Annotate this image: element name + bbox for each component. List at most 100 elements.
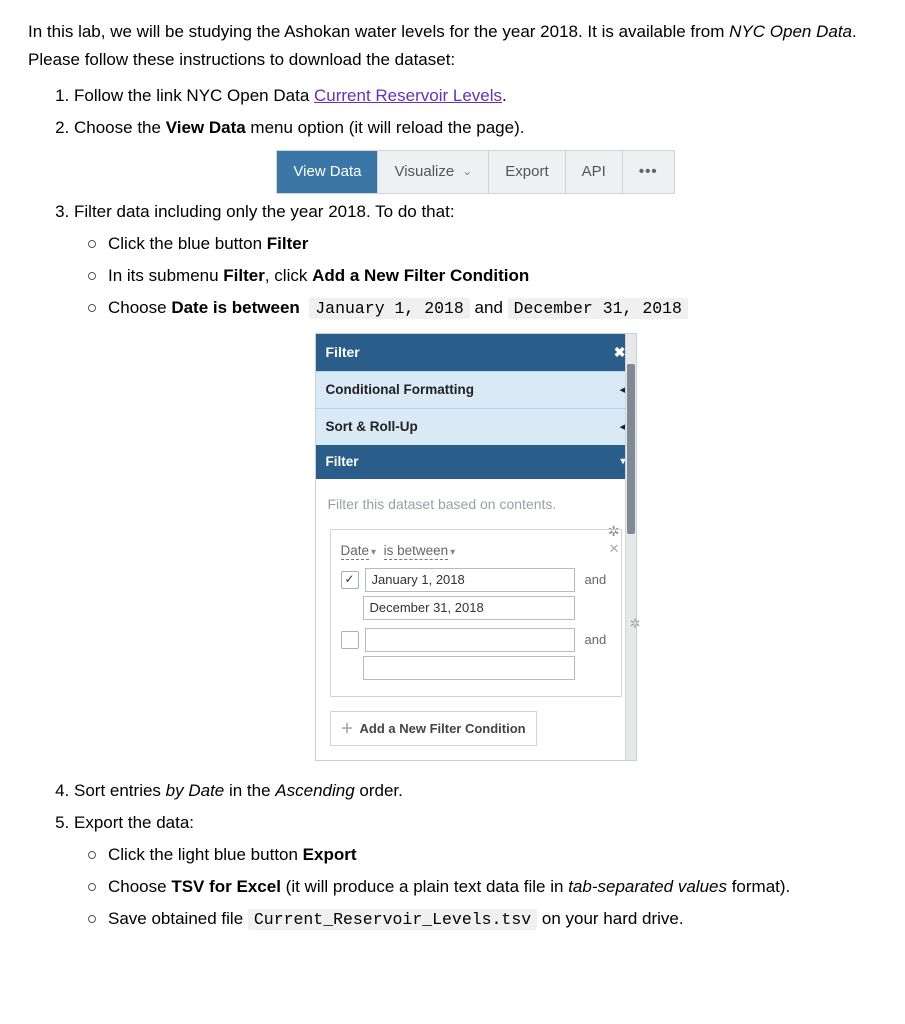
s4-em1: by Date (166, 781, 225, 800)
filter-row-1: ✓ and (341, 568, 611, 592)
and-label-2: and (585, 629, 611, 650)
date-to-input[interactable] (363, 596, 575, 620)
step-2: Choose the View Data menu option (it wil… (74, 114, 877, 194)
s4-pre: Sort entries (74, 781, 166, 800)
reservoir-link[interactable]: Current Reservoir Levels (314, 86, 502, 105)
s5b-post: format). (727, 877, 790, 896)
s3c-pre: Choose (108, 298, 171, 317)
panel-subtitle: Filter (326, 451, 359, 473)
row2-label: Sort & Roll-Up (326, 416, 418, 438)
checkbox-unchecked[interactable] (341, 631, 359, 649)
s5c-post: on your hard drive. (537, 909, 683, 928)
s3b-pre: In its submenu (108, 266, 223, 285)
plus-icon: ＋ (341, 718, 354, 739)
view-data-btn[interactable]: View Data (277, 151, 378, 193)
checkbox-checked[interactable]: ✓ (341, 571, 359, 589)
date-to-empty-input[interactable] (363, 656, 575, 680)
chevron-down-icon: ▾ (371, 547, 376, 558)
s3a-bold: Filter (267, 234, 309, 253)
op-label: is between (384, 543, 449, 558)
step-3-lead: Filter data including only the year 2018… (74, 202, 455, 221)
steps-list: Follow the link NYC Open Data Current Re… (28, 82, 877, 934)
s5b-pre: Choose (108, 877, 171, 896)
step-3-substeps: Click the blue button Filter In its subm… (74, 230, 877, 322)
step-2-post: menu option (it will reload the page). (246, 118, 525, 137)
s3c-code1: January 1, 2018 (309, 298, 470, 319)
add-filter-label: Add a New Filter Condition (360, 718, 526, 739)
intro-source: NYC Open Data (729, 22, 852, 41)
step-5: Export the data: Click the light blue bu… (74, 809, 877, 933)
gear-icon[interactable]: ✲ (630, 613, 641, 634)
filter-row-1b (363, 596, 611, 620)
field-label: Date (341, 543, 370, 558)
step-3b: In its submenu Filter, click Add a New F… (108, 262, 877, 290)
chevron-down-icon: ⌄ (462, 162, 472, 182)
export-btn[interactable]: Export (489, 151, 565, 193)
step-3c: Choose Date is between January 1, 2018 a… (108, 294, 877, 322)
filter-row-2: and (341, 628, 611, 652)
step-5a: Click the light blue button Export (108, 841, 877, 869)
filter-row-2b (363, 656, 611, 680)
view-data-label: View Data (293, 160, 361, 185)
operator-dropdown[interactable]: is between (384, 543, 449, 560)
s3c-code2: December 31, 2018 (508, 298, 688, 319)
chevron-down-icon: ▾ (450, 547, 455, 558)
scrollbar-thumb[interactable] (627, 364, 635, 534)
s5b-mid: (it will produce a plain text data file … (281, 877, 568, 896)
s3c-bold: Date is between (171, 298, 300, 317)
s4-post: order. (355, 781, 403, 800)
s4-em2: Ascending (275, 781, 354, 800)
step-3: Filter data including only the year 2018… (74, 198, 877, 761)
panel-row-conditional[interactable]: Conditional Formatting ◂ (316, 371, 636, 408)
intro-paragraph: In this lab, we will be studying the Ash… (28, 18, 877, 74)
step-1-pre: Follow the link NYC Open Data (74, 86, 314, 105)
s5c-code: Current_Reservoir_Levels.tsv (248, 909, 537, 930)
filter-panel: Filter ✖ Conditional Formatting ◂ Sort &… (315, 333, 637, 762)
panel-row-sort[interactable]: Sort & Roll-Up ◂ (316, 408, 636, 445)
export-label: Export (505, 160, 548, 185)
panel-scrollbar[interactable] (625, 334, 636, 761)
s5b-em: tab-separated values (568, 877, 727, 896)
api-label: API (582, 160, 606, 185)
panel-header: Filter ✖ (316, 334, 636, 371)
s5a-bold: Export (303, 845, 357, 864)
s4-mid: in the (224, 781, 275, 800)
s5-lead: Export the data: (74, 813, 194, 832)
step-1: Follow the link NYC Open Data Current Re… (74, 82, 877, 110)
visualize-btn[interactable]: Visualize ⌄ (378, 151, 489, 193)
toolbar: View Data Visualize ⌄ Export API ••• (276, 150, 674, 194)
s3b-bold2: Add a New Filter Condition (312, 266, 529, 285)
date-from-input[interactable] (365, 568, 575, 592)
step-5c: Save obtained file Current_Reservoir_Lev… (108, 905, 877, 933)
s3b-bold1: Filter (223, 266, 265, 285)
api-btn[interactable]: API (566, 151, 623, 193)
more-icon: ••• (639, 160, 658, 185)
panel-body: Date▾ is between▾ ✓ and (316, 525, 636, 761)
s3b-mid: , click (265, 266, 312, 285)
panel-hint: Filter this dataset based on contents. (316, 479, 636, 524)
filter-title-row: Date▾ is between▾ (341, 540, 611, 562)
intro-text-1: In this lab, we will be studying the Ash… (28, 22, 729, 41)
step-4: Sort entries by Date in the Ascending or… (74, 777, 877, 805)
s5c-pre: Save obtained file (108, 909, 248, 928)
date-from-empty-input[interactable] (365, 628, 575, 652)
and-label-1: and (585, 569, 611, 590)
panel-title: Filter (326, 341, 360, 364)
add-filter-condition-btn[interactable]: ＋ Add a New Filter Condition (330, 711, 537, 746)
step-3a: Click the blue button Filter (108, 230, 877, 258)
step-5-substeps: Click the light blue button Export Choos… (74, 841, 877, 933)
s5b-bold: TSV for Excel (171, 877, 281, 896)
visualize-label: Visualize (394, 160, 454, 185)
filter-panel-screenshot: Filter ✖ Conditional Formatting ◂ Sort &… (74, 333, 877, 762)
filter-card: Date▾ is between▾ ✓ and (330, 529, 622, 697)
step-2-pre: Choose the (74, 118, 166, 137)
panel-subheader[interactable]: Filter ▾ (316, 445, 636, 479)
more-btn[interactable]: ••• (623, 151, 674, 193)
s3a-pre: Click the blue button (108, 234, 267, 253)
toolbar-screenshot: View Data Visualize ⌄ Export API ••• (74, 150, 877, 194)
s3c-and: and (470, 298, 508, 317)
step-2-bold: View Data (166, 118, 246, 137)
s5a-pre: Click the light blue button (108, 845, 303, 864)
field-dropdown[interactable]: Date (341, 543, 370, 560)
row1-label: Conditional Formatting (326, 379, 474, 401)
